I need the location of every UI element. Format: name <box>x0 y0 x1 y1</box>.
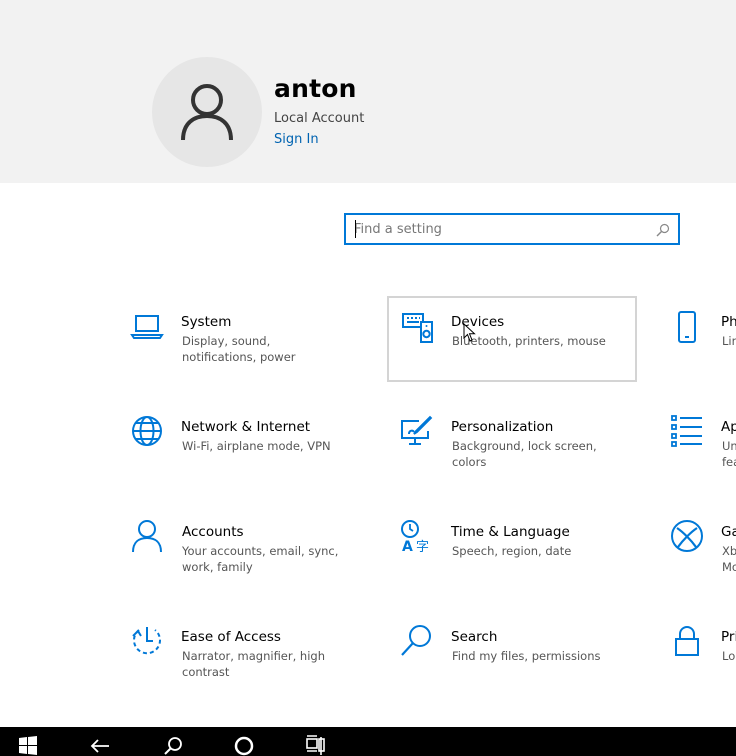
tile-title: Time & Language <box>451 524 570 540</box>
tile-system[interactable]: System Display, sound, notifications, po… <box>118 297 368 383</box>
tile-title: Network & Internet <box>181 419 311 435</box>
time-language-icon: A字 <box>399 519 433 555</box>
tile-personalization[interactable]: Personalization Background, lock screen,… <box>389 402 639 488</box>
tile-title: Pri <box>721 629 736 645</box>
search-icon[interactable] <box>656 223 670 237</box>
tile-title: Ga <box>721 524 736 540</box>
taskbar <box>0 727 736 756</box>
tile-privacy[interactable]: Pri Lo <box>658 612 736 698</box>
laptop-icon <box>130 310 164 344</box>
search-box[interactable] <box>344 213 680 245</box>
tile-description: Find my files, permissions <box>452 649 601 663</box>
avatar[interactable] <box>152 57 262 167</box>
task-view-icon[interactable] <box>305 735 327 756</box>
user-icon <box>181 84 233 141</box>
apps-list-icon <box>670 414 704 448</box>
search-input[interactable] <box>354 220 644 238</box>
tile-apps[interactable]: Ap Un fea <box>658 402 736 488</box>
phone-icon <box>670 310 704 344</box>
tile-description: Lo <box>722 649 736 663</box>
tile-title: Accounts <box>182 524 244 540</box>
tile-title: Personalization <box>451 419 554 435</box>
lock-icon <box>670 624 704 658</box>
globe-icon <box>130 414 164 448</box>
user-name: anton <box>274 74 357 103</box>
tile-description: Your accounts, email, sync, work, family <box>182 544 339 574</box>
tile-description: Display, sound, notifications, power <box>182 334 296 364</box>
tile-network-internet[interactable]: Network & Internet Wi-Fi, airplane mode,… <box>118 402 368 488</box>
tile-description: Lin <box>722 334 736 348</box>
tile-description: Narrator, magnifier, high contrast <box>182 649 325 679</box>
tile-search[interactable]: Search Find my files, permissions <box>389 612 639 698</box>
tile-ease-of-access[interactable]: Ease of Access Narrator, magnifier, high… <box>118 612 368 698</box>
back-arrow-icon[interactable] <box>89 735 111 756</box>
mouse-pointer-icon <box>463 323 476 342</box>
search-icon[interactable] <box>162 735 184 756</box>
account-type: Local Account <box>274 111 365 126</box>
tile-description: Xb Mo <box>722 544 736 574</box>
tile-description: Wi-Fi, airplane mode, VPN <box>182 439 331 453</box>
keyboard-speaker-icon <box>401 310 435 344</box>
tile-accounts[interactable]: Accounts Your accounts, email, sync, wor… <box>118 507 368 593</box>
tile-title: Ph <box>721 314 736 330</box>
tile-description: Un fea <box>722 439 736 469</box>
cortana-circle-icon[interactable] <box>233 735 255 756</box>
xbox-icon <box>670 519 704 553</box>
sign-in-link[interactable]: Sign In <box>274 132 319 147</box>
tile-description: Background, lock screen, colors <box>452 439 597 469</box>
text-caret <box>355 220 356 238</box>
account-header: anton Local Account Sign In <box>0 0 736 183</box>
tile-devices[interactable]: Devices Bluetooth, printers, mouse <box>387 296 637 382</box>
svg-text:A: A <box>402 539 413 553</box>
tile-title: Ease of Access <box>181 629 281 645</box>
tile-phone[interactable]: Ph Lin <box>658 297 736 383</box>
person-icon <box>130 519 164 553</box>
svg-text:字: 字 <box>416 540 429 553</box>
tile-title: Ap <box>721 419 736 435</box>
tile-title: Devices <box>451 314 505 330</box>
tile-time-language[interactable]: A字 Time & Language Speech, region, date <box>389 507 639 593</box>
tile-title: System <box>181 314 232 330</box>
tile-description: Speech, region, date <box>452 544 572 558</box>
paint-monitor-icon <box>399 414 433 448</box>
search-icon <box>399 624 433 658</box>
tile-gaming[interactable]: Ga Xb Mo <box>658 507 736 593</box>
windows-start-icon[interactable] <box>17 735 39 756</box>
tile-title: Search <box>451 629 498 645</box>
ease-of-access-icon <box>130 624 164 658</box>
